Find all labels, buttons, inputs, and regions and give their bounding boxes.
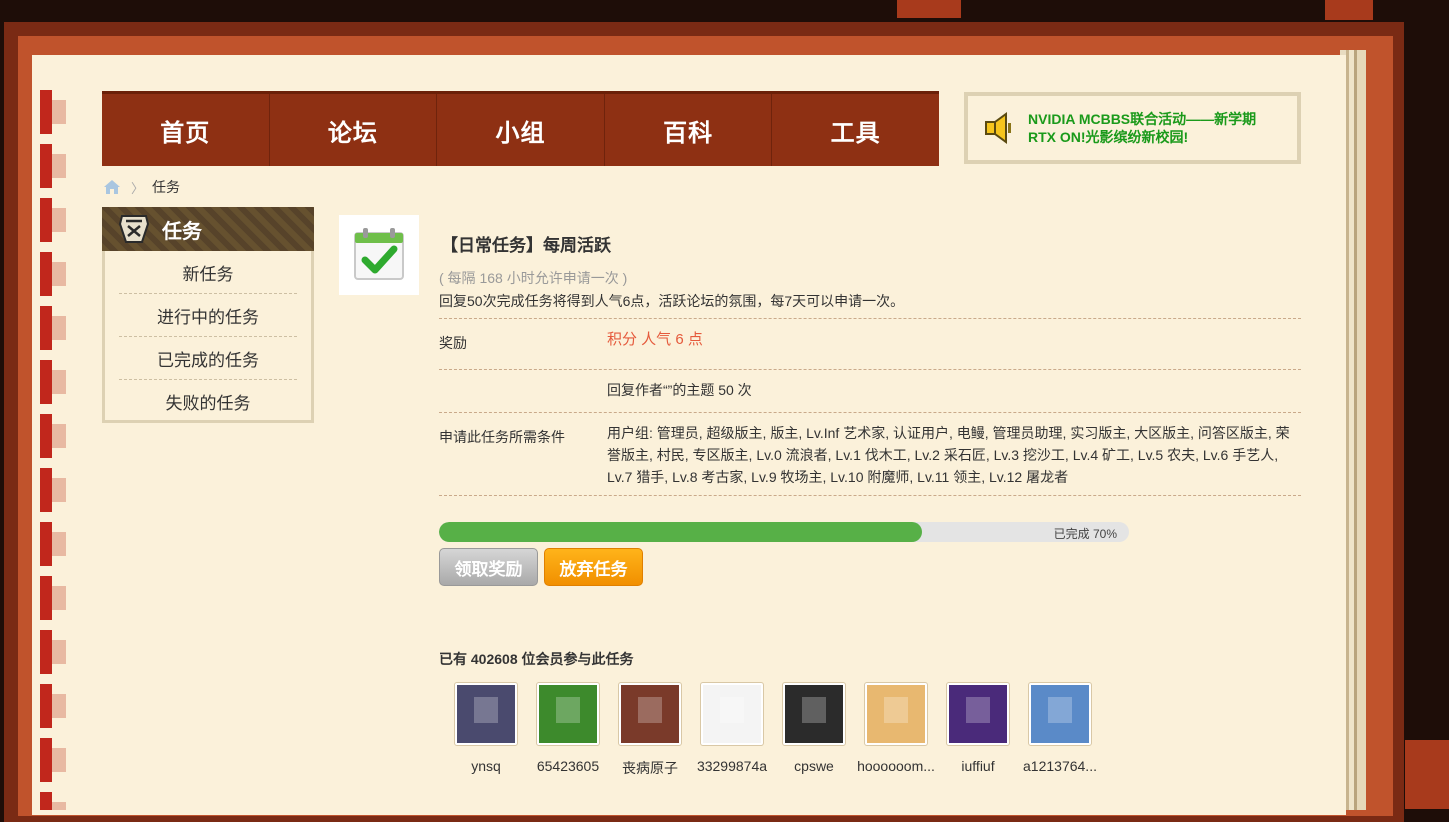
announcement-line-2: RTX ON!光影缤纷新校园! <box>1028 129 1189 145</box>
abandon-task-button[interactable]: 放弃任务 <box>544 548 643 586</box>
progress-text: 已完成 70% <box>1053 527 1117 541</box>
member-list: ynsq 65423605 丧病原子 33299874a cpswe hoooooom..… <box>445 682 1101 778</box>
member-name[interactable]: 65423605 <box>528 758 608 774</box>
member-name[interactable]: iuffiuf <box>938 758 1018 774</box>
announcement-box: NVIDIA MCBBS联合活动——新学期 RTX ON!光影缤纷新校园! <box>964 92 1301 164</box>
member-name[interactable]: 33299874a <box>692 758 772 774</box>
breadcrumb-separator: 〉 <box>131 180 145 196</box>
member-name[interactable]: hoooooom... <box>856 758 936 774</box>
task-calendar-icon <box>339 215 419 295</box>
nav-item-wiki[interactable]: 百科 <box>605 94 773 166</box>
avatar[interactable] <box>454 682 518 746</box>
speaker-icon <box>985 112 1011 144</box>
task-info-table: 奖励 积分 人气 6 点 回复作者“”的主题 50 次 申请此任务所需条件 用户… <box>439 318 1301 496</box>
task-description: 回复50次完成任务将得到人气6点，活跃论坛的氛围，每7天可以申请一次。 <box>439 293 905 309</box>
sidebar-item-completed[interactable]: 已完成的任务 <box>119 337 297 380</box>
task-period: ( 每隔 168 小时允许申请一次 ) <box>439 270 628 286</box>
member-item[interactable]: 丧病原子 <box>609 682 691 778</box>
breadcrumb: 〉 任务 <box>103 177 180 197</box>
background-decoration <box>897 0 961 18</box>
member-item[interactable]: ynsq <box>445 682 527 778</box>
member-item[interactable]: hoooooom... <box>855 682 937 778</box>
nav-item-forum[interactable]: 论坛 <box>270 94 438 166</box>
task-row-reward: 奖励 积分 人气 6 点 <box>439 318 1301 369</box>
avatar[interactable] <box>1028 682 1092 746</box>
avatar[interactable] <box>536 682 600 746</box>
sidebar-item-in-progress[interactable]: 进行中的任务 <box>119 294 297 337</box>
member-name[interactable]: a1213764... <box>1020 758 1100 774</box>
member-item[interactable]: 33299874a <box>691 682 773 778</box>
task-title: 【日常任务】每周活跃 <box>441 236 611 255</box>
conditions-label: 申请此任务所需条件 <box>439 429 565 445</box>
sidebar-item-new[interactable]: 新任务 <box>119 251 297 294</box>
background-decoration <box>1405 740 1449 809</box>
member-item[interactable]: a1213764... <box>1019 682 1101 778</box>
avatar[interactable] <box>700 682 764 746</box>
claim-reward-button[interactable]: 领取奖励 <box>439 548 538 586</box>
task-sidebar: 任务 新任务 进行中的任务 已完成的任务 失败的任务 <box>102 207 314 423</box>
member-name[interactable]: 丧病原子 <box>610 758 690 778</box>
reward-label: 奖励 <box>439 335 467 351</box>
announcement-line-1: NVIDIA MCBBS联合活动——新学期 <box>1028 111 1257 127</box>
sidebar-header: 任务 <box>102 207 314 251</box>
nav-item-group[interactable]: 小组 <box>437 94 605 166</box>
sidebar-list: 新任务 进行中的任务 已完成的任务 失败的任务 <box>105 251 311 422</box>
home-icon[interactable] <box>103 179 121 195</box>
main-nav: 首页 论坛 小组 百科 工具 <box>102 91 939 166</box>
book-binding-inner <box>52 90 66 810</box>
task-badge-icon <box>118 215 150 243</box>
task-row-requirement: 回复作者“”的主题 50 次 <box>439 369 1301 412</box>
nav-item-home[interactable]: 首页 <box>102 94 270 166</box>
avatar[interactable] <box>864 682 928 746</box>
task-row-conditions: 申请此任务所需条件 用户组: 管理员, 超级版主, 版主, Lv.Inf 艺术家… <box>439 412 1301 496</box>
sidebar-title: 任务 <box>162 220 202 243</box>
reward-value: 积分 人气 6 点 <box>607 331 703 348</box>
nav-item-tools[interactable]: 工具 <box>772 94 939 166</box>
task-progress-bar: 已完成 70% <box>439 522 1129 542</box>
sidebar-item-failed[interactable]: 失败的任务 <box>119 380 297 422</box>
announcement-link[interactable]: NVIDIA MCBBS联合活动——新学期 RTX ON!光影缤纷新校园! <box>1028 110 1256 146</box>
avatar[interactable] <box>618 682 682 746</box>
background-decoration <box>1325 0 1373 20</box>
avatar[interactable] <box>782 682 846 746</box>
avatar[interactable] <box>946 682 1010 746</box>
breadcrumb-current: 任务 <box>152 179 181 195</box>
member-name[interactable]: ynsq <box>446 758 526 774</box>
member-item[interactable]: 65423605 <box>527 682 609 778</box>
requirement-value: 回复作者“”的主题 50 次 <box>607 382 752 398</box>
progress-fill <box>439 522 922 542</box>
member-item[interactable]: cpswe <box>773 682 855 778</box>
conditions-value: 用户组: 管理员, 超级版主, 版主, Lv.Inf 艺术家, 认证用户, 电鳗… <box>607 425 1290 485</box>
requirement-label <box>439 370 607 412</box>
member-name[interactable]: cpswe <box>774 758 854 774</box>
member-item[interactable]: iuffiuf <box>937 682 1019 778</box>
participant-count: 已有 402608 位会员参与此任务 <box>439 651 634 667</box>
